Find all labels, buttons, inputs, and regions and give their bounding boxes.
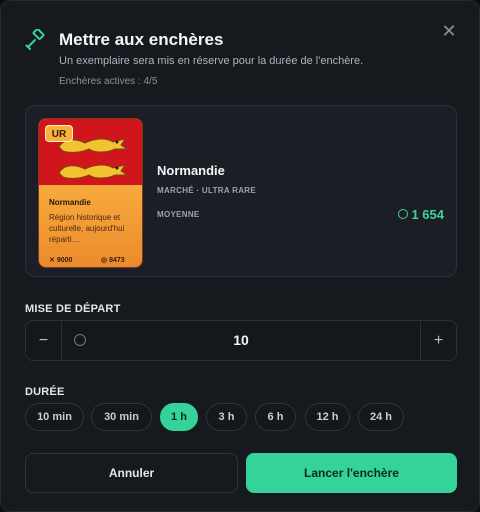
- duration-option[interactable]: 30 min: [91, 403, 152, 431]
- card-description: Région historique et culturelle, aujourd…: [49, 213, 125, 244]
- active-auctions-count: Enchères actives : 4/5: [59, 76, 158, 87]
- item-level: MOYENNE: [157, 210, 200, 219]
- duration-option[interactable]: 6 h: [255, 403, 296, 431]
- card-title: Normandie: [49, 198, 91, 207]
- decrease-bid-button[interactable]: −: [26, 321, 62, 360]
- coin-icon: [398, 209, 409, 219]
- card-stat-defense: ◎ 8473: [101, 257, 125, 264]
- item-price: 1 654: [398, 207, 444, 222]
- close-icon: ✕: [441, 21, 457, 41]
- modal-title: Mettre aux enchères: [59, 30, 224, 49]
- card-stat-attack: ✕ 9000: [49, 257, 73, 264]
- gavel-icon: [25, 29, 45, 50]
- bid-value-input[interactable]: 10: [62, 332, 420, 348]
- item-name: Normandie: [157, 163, 225, 178]
- modal-subtitle: Un exemplaire sera mis en réserve pour l…: [59, 55, 364, 67]
- rarity-badge: UR: [45, 125, 73, 142]
- cancel-button[interactable]: Annuler: [25, 453, 238, 493]
- lion-icon: [58, 164, 129, 179]
- duration-option-selected[interactable]: 1 h: [160, 403, 198, 431]
- item-panel: UR Normandie Région historique et cultur…: [25, 105, 457, 277]
- bid-label: MISE DE DÉPART: [25, 303, 121, 315]
- duration-option[interactable]: 10 min: [25, 403, 84, 431]
- start-auction-button[interactable]: Lancer l'enchère: [246, 453, 457, 493]
- duration-label: DURÉE: [25, 386, 65, 398]
- duration-option[interactable]: 24 h: [358, 403, 404, 431]
- duration-option[interactable]: 3 h: [206, 403, 247, 431]
- close-button[interactable]: ✕: [439, 21, 459, 41]
- bid-stepper: − 10 +: [25, 320, 457, 361]
- duration-option[interactable]: 12 h: [305, 403, 350, 431]
- auction-modal: Mettre aux enchères Un exemplaire sera m…: [0, 0, 480, 512]
- item-category: MARCHÉ · ULTRA RARE: [157, 186, 257, 195]
- increase-bid-button[interactable]: +: [420, 321, 456, 360]
- item-card[interactable]: UR Normandie Région historique et cultur…: [38, 118, 143, 268]
